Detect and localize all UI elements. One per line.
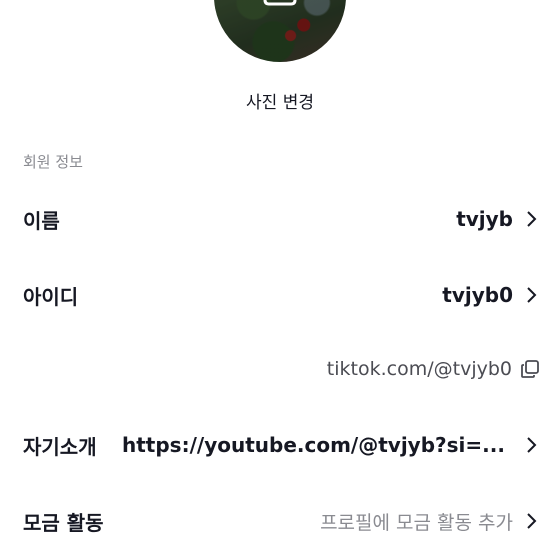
avatar-overlay xyxy=(214,0,346,62)
camera-icon xyxy=(263,0,297,6)
bio-row[interactable]: 자기소개 https://youtube.com/@tvjyb?si=... xyxy=(0,425,560,465)
fundraising-value: 프로필에 모금 활동 추가 xyxy=(320,511,513,534)
copy-icon[interactable] xyxy=(520,359,540,379)
name-value: tvjyb xyxy=(456,207,513,231)
profile-avatar[interactable] xyxy=(214,0,346,62)
name-label: 이름 xyxy=(23,208,60,233)
name-row[interactable]: 이름 tvjyb xyxy=(0,199,560,239)
chevron-right-icon xyxy=(527,437,537,453)
edit-profile-page: 사진 변경 회원 정보 이름 tvjyb 아이디 tvjyb0 tiktok.c… xyxy=(0,0,560,560)
chevron-right-icon xyxy=(527,211,537,227)
profile-link: tiktok.com/@tvjyb0 xyxy=(326,358,512,380)
fundraising-label: 모금 활동 xyxy=(23,510,104,535)
change-photo-button[interactable]: 사진 변경 xyxy=(0,88,560,113)
bio-value: https://youtube.com/@tvjyb?si=... xyxy=(122,433,505,457)
chevron-right-icon xyxy=(527,287,537,303)
username-value: tvjyb0 xyxy=(442,283,513,307)
username-row[interactable]: 아이디 tvjyb0 xyxy=(0,275,560,315)
section-title-member-info: 회원 정보 xyxy=(23,153,83,171)
username-label: 아이디 xyxy=(23,284,79,309)
chevron-right-icon xyxy=(527,513,537,529)
bio-label: 자기소개 xyxy=(23,434,97,459)
fundraising-row[interactable]: 모금 활동 프로필에 모금 활동 추가 xyxy=(0,501,560,541)
profile-link-row[interactable]: tiktok.com/@tvjyb0 xyxy=(327,354,540,384)
